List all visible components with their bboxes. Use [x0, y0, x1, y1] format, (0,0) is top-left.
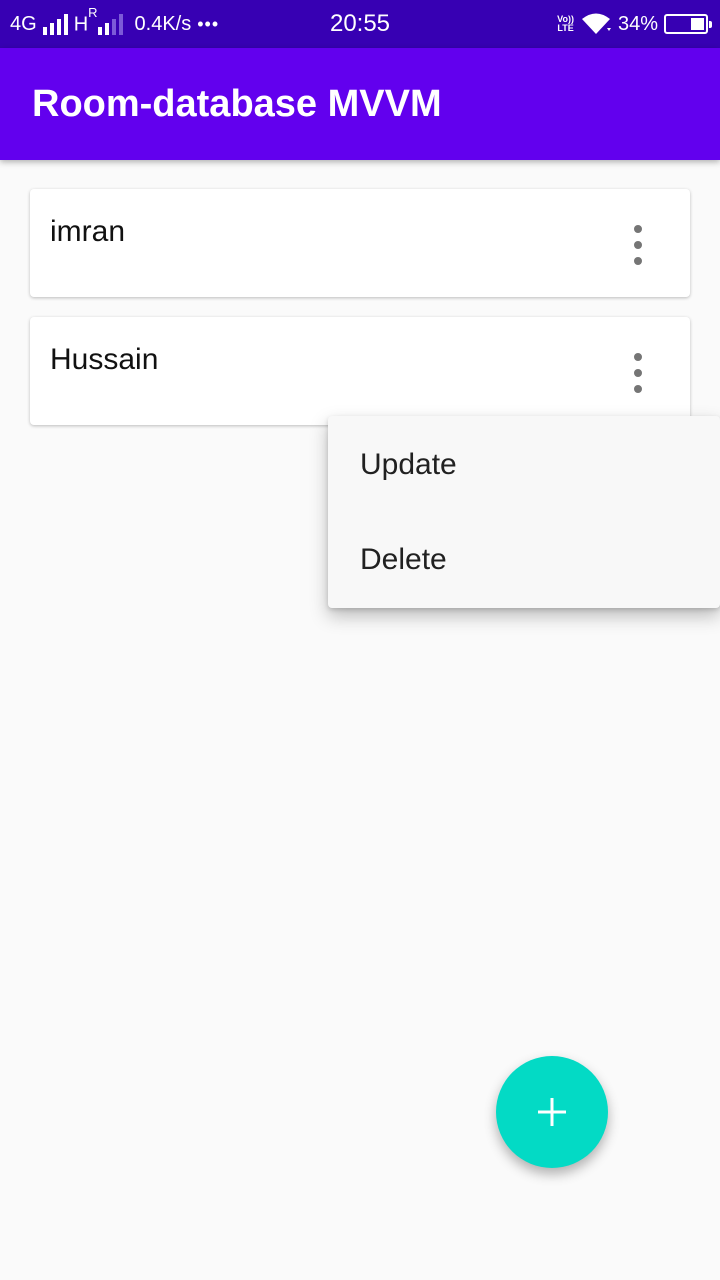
menu-item-delete[interactable]: Delete [328, 512, 720, 608]
wifi-icon [581, 13, 611, 34]
item-name: Hussain [50, 343, 159, 376]
volte-icon: Vo)) LTE [557, 14, 574, 33]
app-title: Room-database MVVM [32, 83, 442, 125]
battery-percent: 34% [617, 12, 658, 35]
list-item[interactable]: Hussain [30, 317, 690, 425]
plus-icon [538, 1098, 566, 1126]
add-fab-button[interactable] [496, 1056, 608, 1168]
status-bar: 4G HR 0.4K/s ••• 20:55 Vo)) LTE 34% [0, 0, 720, 48]
more-vert-icon[interactable] [626, 225, 650, 265]
popup-menu: Update Delete [328, 416, 720, 608]
list-item[interactable]: imran [30, 189, 690, 297]
item-name: imran [50, 215, 126, 248]
battery-icon [664, 14, 712, 34]
more-vert-icon[interactable] [626, 353, 650, 393]
menu-item-update[interactable]: Update [328, 416, 720, 512]
status-right: Vo)) LTE 34% [557, 0, 712, 48]
app-bar: Room-database MVVM [0, 48, 720, 160]
